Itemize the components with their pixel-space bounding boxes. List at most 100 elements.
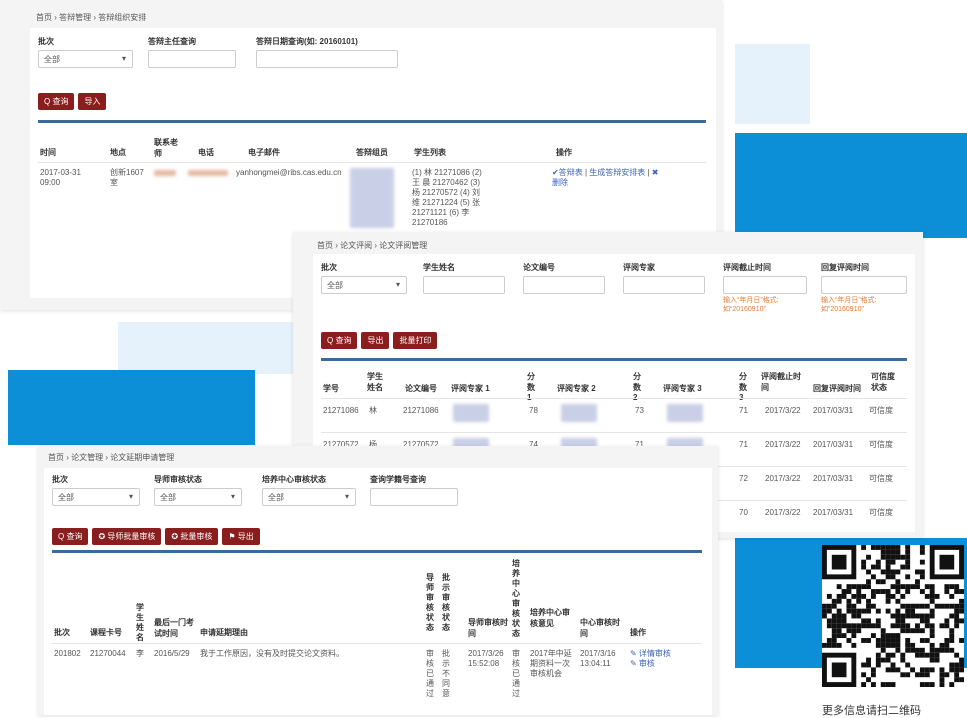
search-button[interactable]: Q 查询 bbox=[321, 332, 358, 349]
search-button[interactable]: Q 查询 bbox=[52, 528, 89, 545]
col-status: 可信度状态 bbox=[871, 372, 895, 392]
cell-reply-time: 2017/03/31 bbox=[813, 508, 854, 517]
col-actions: 操作 bbox=[556, 148, 572, 157]
cell-center-opinion: 2017年中延期资料一次审核机会 bbox=[530, 649, 572, 678]
batch-review-button[interactable]: ✪ 批量审核 bbox=[165, 528, 219, 545]
cell-student-name: 林 bbox=[369, 406, 377, 415]
tutor-status-select[interactable]: 全部 ▾ bbox=[154, 488, 242, 506]
col-student-id: 学号 bbox=[323, 384, 339, 393]
cell-students: (1) 林 21271086 (2) 王 晨 21270462 (3) 杨 21… bbox=[412, 168, 482, 227]
phone-redacted bbox=[188, 170, 228, 176]
filter-panel: 批次 全部 ▾ 导师审核状态 全部 ▾ 培养中心审核状态 全部 ▾ 查询学籍号查询 Q… bbox=[44, 468, 712, 715]
col-student-name: 学生姓名 bbox=[136, 603, 144, 642]
expert-3-redacted bbox=[667, 404, 703, 422]
tutor-batch-review-button[interactable]: ✪ 导师批量审核 bbox=[92, 528, 162, 545]
expert-2-redacted bbox=[561, 404, 597, 422]
reply-time-hint: 输入“年月日”格式: 如“20160910” bbox=[821, 297, 877, 313]
table-header: 时间 地点 联系老师 电话 电子邮件 答辩组员 学生列表 操作 bbox=[38, 120, 706, 163]
cell-reason: 我于工作原因，没有及时提交论文资料。 bbox=[200, 649, 344, 658]
chevron-down-icon: ▾ bbox=[121, 54, 126, 63]
student-name-label: 学生姓名 bbox=[423, 263, 455, 272]
cell-status: 可信度 bbox=[869, 440, 893, 449]
export-button[interactable]: ⚑ 导出 bbox=[222, 528, 260, 545]
cell-email: yanhongmei@ribs.cas.edu.cn bbox=[236, 168, 342, 177]
col-course-id: 课程卡号 bbox=[90, 628, 122, 637]
cell-reply-time: 2017/03/31 bbox=[813, 440, 854, 449]
student-id-input[interactable] bbox=[370, 488, 458, 506]
col-time: 时间 bbox=[40, 148, 56, 157]
col-paper-no: 论文编号 bbox=[405, 384, 437, 393]
cell-center-time: 2017/3/16 13:04:11 bbox=[580, 649, 616, 668]
cell-score-3: 70 bbox=[739, 508, 748, 517]
cell-score-3: 71 bbox=[739, 406, 748, 415]
cell-time: 2017-03-31 09:00 bbox=[40, 168, 81, 187]
breadcrumb: 首页 › 答辩管理 › 答辩组织安排 bbox=[36, 13, 147, 22]
toolbar: Q 查询 导出 批量打印 bbox=[321, 332, 438, 349]
batch-print-button[interactable]: 批量打印 bbox=[393, 332, 438, 349]
deadline-input[interactable] bbox=[723, 276, 807, 294]
cell-status: 可信度 bbox=[869, 406, 893, 415]
reply-time-input[interactable] bbox=[821, 276, 907, 294]
col-expert-2: 评阅专家 2 bbox=[557, 384, 596, 393]
col-members: 答辩组员 bbox=[356, 148, 388, 157]
cell-status: 可信度 bbox=[869, 474, 893, 483]
cell-actions: ✔答辩表 | 生成答辩安排表 | ✖ 删除 bbox=[552, 168, 659, 187]
cell-course-id: 21270044 bbox=[90, 649, 126, 658]
date-input[interactable] bbox=[256, 50, 398, 68]
cell-score-3: 72 bbox=[739, 474, 748, 483]
cell-actions: ✎ 详情审核 ✎ 审核 bbox=[630, 649, 680, 669]
chevron-down-icon: ▾ bbox=[344, 492, 349, 501]
student-name-input[interactable] bbox=[423, 276, 505, 294]
table-header: 批次 课程卡号 学生姓名 最后一门考试时间 申请延期理由 导师审核状态 批示审核… bbox=[52, 550, 702, 643]
cell-deadline: 2017/3/22 bbox=[765, 440, 801, 449]
row-divider bbox=[38, 162, 706, 163]
col-phone: 电话 bbox=[198, 148, 214, 157]
detail-review-link[interactable]: ✎ 详情审核 bbox=[630, 649, 680, 659]
col-batch: 批次 bbox=[54, 628, 70, 637]
student-id-label: 查询学籍号查询 bbox=[370, 475, 426, 484]
batch-label: 批次 bbox=[321, 263, 337, 272]
cell-status: 可信度 bbox=[869, 508, 893, 517]
breadcrumb: 首页 › 论文管理 › 论文延期申请管理 bbox=[48, 453, 175, 462]
deadline-hint: 输入“年月日”格式: 如“20160910” bbox=[723, 297, 779, 313]
blue-block-right-upper bbox=[735, 133, 967, 238]
toolbar: Q 查询 导入 bbox=[38, 93, 107, 110]
defense-form-link[interactable]: ✔答辩表 bbox=[552, 168, 583, 177]
paper-no-label: 论文编号 bbox=[523, 263, 555, 272]
cell-student-name: 李 bbox=[136, 649, 144, 658]
light-blue-block-left bbox=[118, 322, 293, 374]
batch-select[interactable]: 全部 ▾ bbox=[52, 488, 140, 506]
cell-tutor-status: 审核已通过 bbox=[426, 649, 434, 698]
toolbar: Q 查询 ✪ 导师批量审核 ✪ 批量审核 ⚑ 导出 bbox=[52, 528, 260, 545]
blue-block-left bbox=[8, 370, 255, 445]
col-contact: 联系老师 bbox=[154, 138, 178, 158]
import-button[interactable]: 导入 bbox=[78, 93, 107, 110]
col-email: 电子邮件 bbox=[248, 148, 280, 157]
cell-tutor-time: 2017/3/26 15:52:08 bbox=[468, 649, 504, 668]
batch-select[interactable]: 全部 ▾ bbox=[321, 276, 407, 294]
col-deadline: 评阅截止时间 bbox=[761, 372, 801, 392]
center-status-label: 培养中心审核状态 bbox=[262, 475, 326, 484]
chair-input[interactable] bbox=[148, 50, 236, 68]
search-button[interactable]: Q 查询 bbox=[38, 93, 75, 110]
col-tutor-status: 导师审核状态 bbox=[426, 573, 434, 632]
paper-no-input[interactable] bbox=[523, 276, 605, 294]
col-last-exam: 最后一门考试时间 bbox=[154, 618, 194, 638]
center-status-select[interactable]: 全部 ▾ bbox=[262, 488, 356, 506]
export-button[interactable]: 导出 bbox=[361, 332, 390, 349]
cell-score-1: 78 bbox=[529, 406, 538, 415]
review-link[interactable]: ✎ 审核 bbox=[630, 659, 680, 669]
generate-schedule-link[interactable]: 生成答辩安排表 bbox=[589, 168, 645, 177]
cell-paper-no: 21271086 bbox=[403, 406, 439, 415]
cell-score-3: 71 bbox=[739, 440, 748, 449]
row-divider bbox=[52, 643, 702, 644]
col-expert-3: 评阅专家 3 bbox=[663, 384, 702, 393]
chevron-down-icon: ▾ bbox=[128, 492, 133, 501]
members-redacted bbox=[350, 168, 394, 228]
cell-last-exam: 2016/5/29 bbox=[154, 649, 190, 658]
cell-deadline: 2017/3/22 bbox=[765, 406, 801, 415]
batch-select[interactable]: 全部 ▾ bbox=[38, 50, 133, 68]
cell-reply-time: 2017/03/31 bbox=[813, 406, 854, 415]
expert-input[interactable] bbox=[623, 276, 705, 294]
cell-center-status: 审核已通过 bbox=[512, 649, 520, 698]
